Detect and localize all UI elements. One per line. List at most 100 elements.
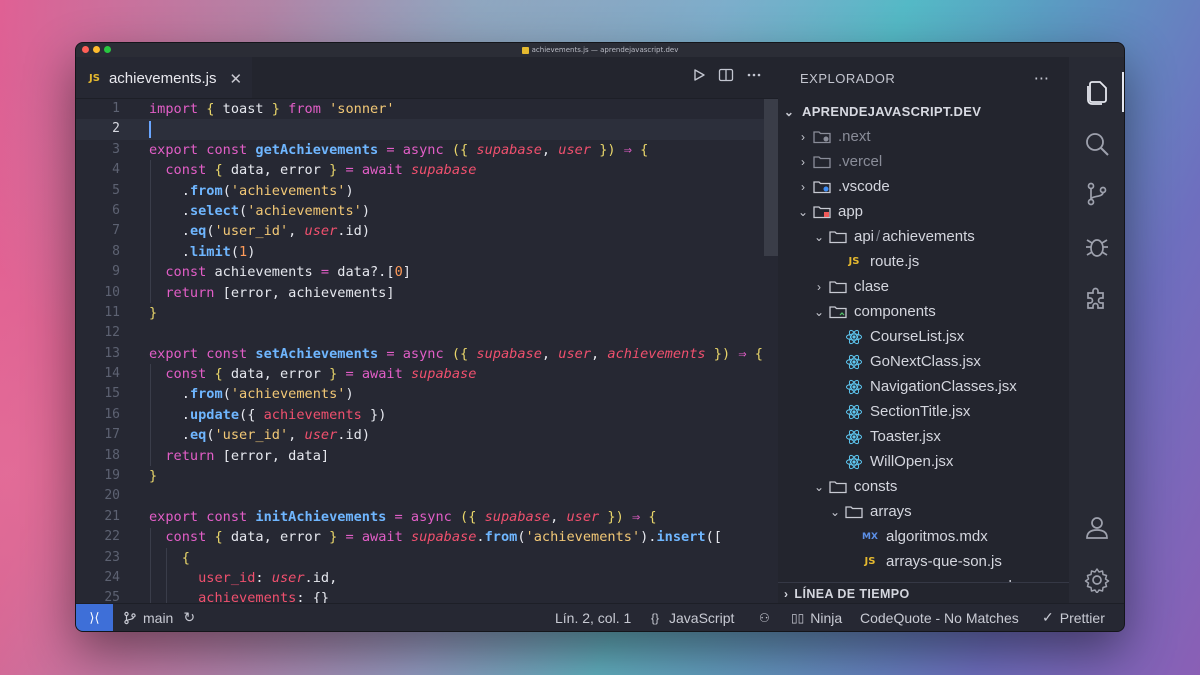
traffic-lights [82,46,111,53]
tree-item-label: consts [854,478,898,495]
branch-indicator[interactable]: main ↻ [123,609,195,626]
code-line: 10 return [error, achievements] [104,284,395,301]
code-line: 20 [104,488,120,504]
code-line: 18 return [error, data] [104,447,330,464]
tree-item-label: .vscode [838,178,890,195]
text-cursor [149,120,151,138]
code-line: 6 .select('achievements') [112,202,370,219]
chevron-right-icon: › [801,129,805,144]
js-file-icon: JS [848,256,860,267]
code-line: 5 .from('achievements') [112,182,354,199]
tree-item-clase[interactable]: › clase [778,274,1071,299]
zoom-window-button[interactable] [104,46,111,53]
chevron-right-icon: › [784,587,789,601]
explorer-title: EXPLORADOR [800,70,896,86]
editor-area: JS achievements.js ✕ 1 import { toast } f… [76,57,778,608]
code-line: 11} [104,304,158,321]
tree-item-courselist-jsx[interactable]: CourseList.jsx [778,324,1071,349]
close-tab-icon[interactable]: ✕ [230,70,243,88]
code-line: 19} [104,468,158,485]
tree-item-api[interactable]: ⌄ api / achievements [778,224,1071,249]
code-line: 22 const { data, error } = await supabas… [104,529,722,546]
book-icon: ▯▯ [791,610,805,625]
extensions-icon[interactable] [1082,285,1111,314]
editor-scrollbar[interactable] [764,99,778,256]
chevron-right-icon: › [801,179,805,194]
mask-icon: ⚇ [759,610,770,625]
code-line: 17 .eq('user_id', user.id) [104,427,371,444]
tree-root[interactable]: ⌄ APRENDEJAVASCRIPT.DEV [778,99,1071,124]
codequote-indicator[interactable]: CodeQuote - No Matches [860,610,1019,626]
tree-item-app[interactable]: ⌄ app [778,199,1071,224]
js-file-icon: JS [89,73,100,84]
mdx-file-icon: MX [862,531,878,542]
tree-item-label: Toaster.jsx [870,428,941,445]
tree-item-arrays-que-son-mdx[interactable]: MXarrays-que-son.mdx [778,574,1071,582]
debug-icon[interactable] [1082,231,1111,260]
more-icon[interactable] [746,67,762,83]
tree-item-label: SectionTitle.jsx [870,403,971,420]
code-line: 4 const { data, error } = await supabase [112,162,477,179]
tree-item-algoritmos-mdx[interactable]: MX algoritmos.mdx [778,524,1071,549]
tree-item-vercel[interactable]: › .vercel [778,149,1071,174]
settings-gear-icon[interactable] [1082,565,1111,594]
tree-item-next[interactable]: › .next [778,124,1071,149]
tree-item-arrays[interactable]: ⌄ arrays [778,499,1071,524]
tree-item-toaster-jsx[interactable]: Toaster.jsx [778,424,1071,449]
braces-icon: {} [651,610,660,625]
branch-icon [124,611,136,624]
close-window-button[interactable] [82,46,89,53]
language-mode[interactable]: {} JavaScript [651,610,734,626]
tree-item-sectiontitle-jsx[interactable]: SectionTitle.jsx [778,399,1071,424]
vscode-window: achievements.js — aprendejavascript.dev … [75,42,1125,632]
tree-item-components[interactable]: ⌄ components [778,299,1071,324]
code-line-current: 2 [76,119,778,140]
chevron-down-icon: ⌄ [829,504,841,519]
tree-item-willopen-jsx[interactable]: WillOpen.jsx [778,449,1071,474]
explorer-header: EXPLORADOR ··· [778,57,1071,99]
tree-item-label: WillOpen.jsx [870,453,954,470]
prettier-indicator[interactable]: ✓ Prettier [1042,609,1105,626]
react-icon [842,378,866,396]
cursor-position[interactable]: Lín. 2, col. 1 [555,610,631,626]
remote-indicator[interactable]: ⟩⟨ [76,603,113,631]
tree-item-label: app [838,203,864,220]
minimize-window-button[interactable] [93,46,100,53]
ninja-indicator[interactable]: ▯▯ Ninja [791,610,842,626]
split-editor-icon[interactable] [718,67,734,83]
explorer-more-icon[interactable]: ··· [1034,69,1049,88]
code-line: 16 .update({ achievements }) [104,406,387,423]
status-bar: ⟩⟨ main ↻ Lín. 2, col. 1 {} JavaScript ⚇… [76,603,1124,631]
timeline-section[interactable]: › LÍNEA DE TIEMPO [778,582,1071,605]
tree-item-gonextclass-jsx[interactable]: GoNextClass.jsx [778,349,1071,374]
chevron-right-icon: › [817,279,821,294]
tree-item-label: arrays-que-son.js [886,553,1002,570]
source-control-icon[interactable] [1082,179,1111,208]
code-line: 21 export const initAchievements = async … [104,508,657,525]
account-icon[interactable] [1082,512,1111,541]
code-editor[interactable]: 1 import { toast } from 'sonner' 2 3 expor… [76,99,778,608]
tree-item-route-js[interactable]: JS route.js [778,249,1071,274]
code-line: 9 const achievements = data?.[0] [112,264,411,281]
activity-bar [1069,57,1124,605]
check-icon: ✓ [1042,609,1054,625]
theme-indicator[interactable]: ⚇ [759,611,770,625]
run-icon[interactable] [692,68,706,82]
tree-item-consts[interactable]: ⌄ consts [778,474,1071,499]
tree-item-label: clase [854,278,890,295]
folder-icon [810,204,834,219]
window-title: achievements.js — aprendejavascript.dev [521,46,678,54]
tab-achievements-js[interactable]: JS achievements.js ✕ [76,57,252,98]
search-icon[interactable] [1082,129,1111,158]
folder-icon [810,154,834,169]
code-line: 1 import { toast } from 'sonner' [112,101,395,117]
tab-bar: JS achievements.js ✕ [76,57,778,99]
react-icon [842,328,866,346]
tree-item-navigationclasses-jsx[interactable]: NavigationClasses.jsx [778,374,1071,399]
react-icon [842,428,866,446]
files-icon[interactable] [1082,77,1111,106]
tree-item-vscode[interactable]: › .vscode [778,174,1071,199]
sync-icon[interactable]: ↻ [183,609,195,626]
tree-item-arrays-que-son-js[interactable]: JS arrays-que-son.js [778,549,1071,574]
folder-icon [826,304,850,319]
